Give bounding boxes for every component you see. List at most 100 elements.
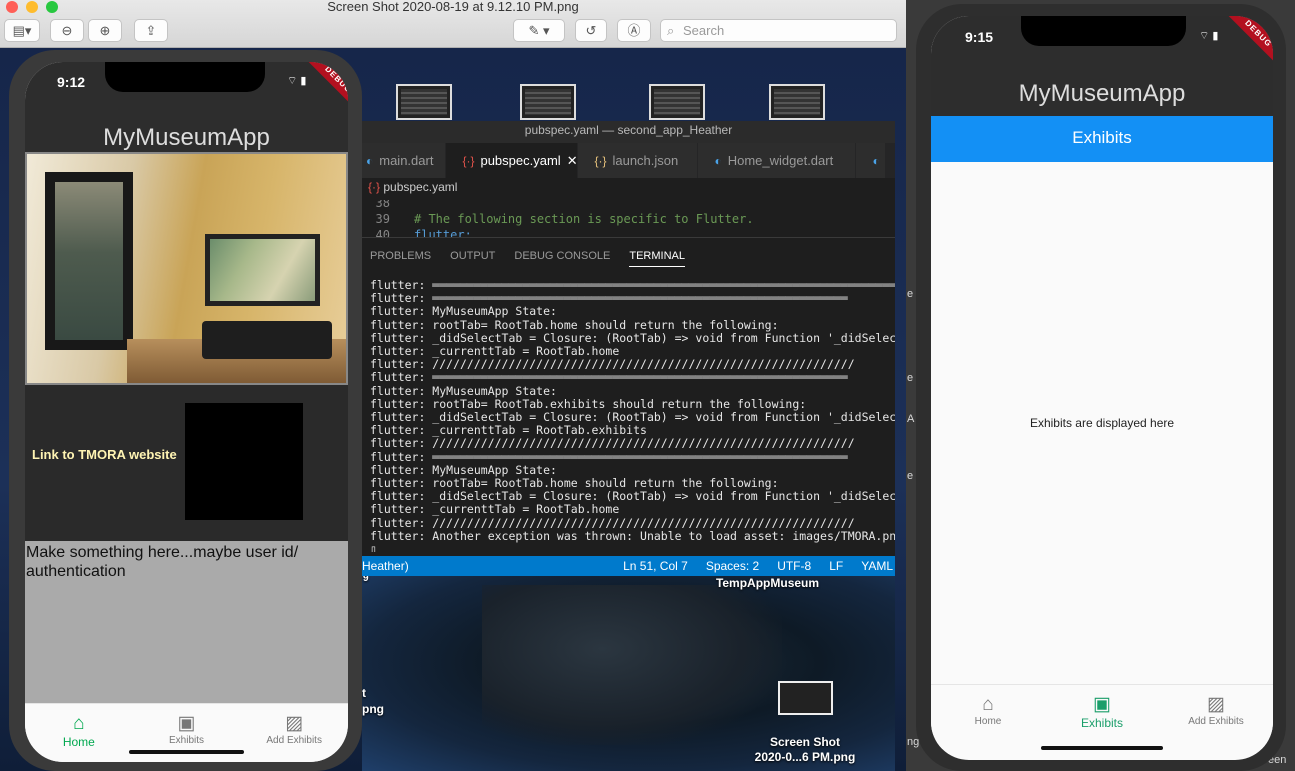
exhibits-body-text: Exhibits are displayed here bbox=[1029, 416, 1175, 430]
terminal-line: flutter: _currenttTab = RootTab.home bbox=[370, 502, 620, 517]
status-bar: Heather) Ln 51, Col 7 Spaces: 2 UTF-8 LF… bbox=[362, 556, 895, 576]
desktop-fragment: t bbox=[362, 686, 366, 700]
tab-label: pubspec.yaml bbox=[480, 153, 561, 168]
left-phone-screen: 9:12 ⌔ ▮ DEBUG MyMuseumApp Link to TMORA… bbox=[25, 62, 348, 762]
close-tab-icon[interactable]: ✕ bbox=[567, 153, 578, 169]
status-line-ending[interactable]: LF bbox=[829, 556, 843, 576]
status-language[interactable]: YAML bbox=[861, 556, 893, 576]
json-file-icon: {·} bbox=[594, 153, 607, 168]
nav-label: Home bbox=[974, 716, 1002, 727]
desktop-thumbnail[interactable] bbox=[520, 84, 576, 120]
desktop-thumbnail[interactable] bbox=[649, 84, 705, 120]
zoom-in-icon: ⊕ bbox=[99, 23, 111, 38]
tab-launch-json[interactable]: {·} launch.json bbox=[578, 143, 699, 178]
tab-label: main.dart bbox=[379, 153, 434, 168]
status-time: 9:15 bbox=[965, 29, 994, 45]
museum-image bbox=[25, 152, 348, 385]
home-icon: ⌂ bbox=[982, 694, 994, 715]
screenshot-file-thumbnail[interactable] bbox=[778, 681, 833, 715]
edge-fragment: e bbox=[907, 288, 914, 300]
photo-library-icon: ▣ bbox=[1093, 694, 1111, 715]
app-title: MyMuseumApp bbox=[1018, 80, 1186, 107]
tab-home-widget-dart[interactable]: ◐ Home_widget.dart bbox=[698, 143, 857, 178]
nav-home[interactable]: ⌂ Home bbox=[25, 704, 133, 762]
code-editor[interactable]: 38 39 # The following section is specific… bbox=[362, 200, 895, 238]
left-phone-frame: 9:12 ⌔ ▮ DEBUG MyMuseumApp Link to TMORA… bbox=[9, 50, 362, 771]
terminal-line: ▯ bbox=[370, 542, 377, 552]
nav-add-exhibits[interactable]: ▨ Add Exhibits bbox=[240, 704, 348, 762]
annotate-icon: Ⓐ bbox=[627, 23, 641, 38]
folder-label[interactable]: TempAppMuseum bbox=[700, 576, 835, 590]
tab-label: Home_widget.dart bbox=[727, 153, 834, 168]
share-button[interactable]: ⇪ bbox=[134, 19, 168, 42]
terminal-line: flutter: Another exception was thrown: U… bbox=[370, 528, 895, 543]
tmora-link[interactable]: Link to TMORA website bbox=[32, 447, 177, 462]
desktop-thumbnail[interactable] bbox=[396, 84, 452, 120]
dart-file-icon: ◐ bbox=[366, 153, 374, 168]
placeholder-text: Make something here...maybe user id/ aut… bbox=[26, 544, 299, 580]
notch bbox=[1021, 16, 1186, 46]
tab-main-dart[interactable]: ◐ main.dart bbox=[362, 143, 447, 178]
nav-label: Add Exhibits bbox=[266, 735, 322, 746]
app-title: MyMuseumApp bbox=[103, 124, 270, 151]
terminal-line: flutter: MyMuseumApp State: bbox=[370, 383, 557, 398]
status-encoding[interactable]: UTF-8 bbox=[777, 556, 811, 576]
link-section: Link to TMORA website bbox=[25, 385, 348, 541]
panel-tab-debug-console[interactable]: DEBUG CONSOLE bbox=[514, 250, 610, 262]
status-branch[interactable]: Heather) bbox=[362, 556, 409, 576]
zoom-out-button[interactable]: ⊖ bbox=[50, 19, 84, 42]
nav-add-exhibits[interactable]: ▨ Add Exhibits bbox=[1159, 685, 1273, 749]
panel-tab-problems[interactable]: PROBLEMS bbox=[370, 250, 431, 262]
file-label-line1[interactable]: Screen Shot bbox=[740, 735, 870, 749]
panel-tab-terminal[interactable]: TERMINAL bbox=[629, 250, 685, 267]
rotate-button[interactable]: ↺ bbox=[575, 19, 607, 42]
file-label-line2[interactable]: 2020-0...6 PM.png bbox=[740, 750, 870, 764]
terminal-line: flutter: rootTab= RootTab.home should re… bbox=[370, 317, 779, 332]
nav-label: Exhibits bbox=[1080, 716, 1124, 730]
panel-tab-output[interactable]: OUTPUT bbox=[450, 250, 495, 262]
annotate-button[interactable]: Ⓐ bbox=[617, 19, 651, 42]
line-number: 38 bbox=[375, 200, 390, 210]
terminal-line: flutter: ///////////////////////////////… bbox=[370, 436, 855, 451]
nav-label: Add Exhibits bbox=[1188, 716, 1244, 727]
sidebar-icon: ▤▾ bbox=[12, 23, 32, 38]
wifi-battery-icon: ⌔ ▮ bbox=[287, 75, 307, 87]
edge-fragment: e bbox=[907, 372, 914, 384]
wifi-battery-icon: ⌔ ▮ bbox=[1199, 30, 1219, 42]
breadcrumb[interactable]: {·} pubspec.yaml bbox=[362, 178, 895, 200]
sidebar-toggle-button[interactable]: ▤▾ bbox=[4, 19, 40, 42]
notch bbox=[105, 62, 265, 92]
dart-file-icon: ◐ bbox=[714, 153, 722, 168]
line-number: 39 bbox=[375, 212, 390, 226]
code-line: # The following section is specific to F… bbox=[414, 212, 754, 226]
search-placeholder: Search bbox=[683, 23, 725, 38]
zoom-in-button[interactable]: ⊕ bbox=[88, 19, 122, 42]
desktop-fragment: png bbox=[362, 702, 384, 716]
nav-exhibits[interactable]: ▣ Exhibits bbox=[1045, 685, 1159, 749]
window-title: Screen Shot 2020-08-19 at 9.12.10 PM.png bbox=[327, 0, 579, 14]
broken-image bbox=[185, 403, 303, 520]
yaml-file-icon: {·} bbox=[462, 153, 475, 168]
status-indentation[interactable]: Spaces: 2 bbox=[706, 556, 759, 576]
status-cursor-position[interactable]: Ln 51, Col 7 bbox=[623, 556, 688, 576]
yaml-file-icon: {·} bbox=[368, 180, 381, 194]
search-field[interactable]: ⌕ Search bbox=[660, 19, 897, 42]
home-indicator[interactable] bbox=[1041, 746, 1163, 750]
exhibits-header: Exhibits bbox=[931, 116, 1273, 162]
home-indicator[interactable] bbox=[129, 750, 244, 754]
nav-label: Exhibits bbox=[169, 735, 205, 746]
markup-icon: ✎ ▾ bbox=[528, 23, 550, 38]
vscode-window: pubspec.yaml — second_app_Heather ◐ main.… bbox=[362, 121, 895, 576]
edge-fragment: A bbox=[907, 413, 915, 425]
line-number: 40 bbox=[375, 228, 390, 238]
markup-button[interactable]: ✎ ▾ bbox=[513, 19, 565, 42]
tab-overflow[interactable]: ◐ bbox=[856, 143, 887, 178]
terminal-output[interactable]: flutter: ═══════════════════════════════… bbox=[362, 274, 895, 552]
status-time: 9:12 bbox=[57, 74, 86, 90]
nav-label: Home bbox=[62, 735, 95, 749]
tab-pubspec-yaml[interactable]: {·} pubspec.yaml ✕ bbox=[446, 143, 579, 178]
add-photo-icon: ▨ bbox=[1207, 694, 1225, 715]
nav-home[interactable]: ⌂ Home bbox=[931, 685, 1045, 749]
bottom-nav: ⌂ Home ▣ Exhibits ▨ Add Exhibits bbox=[931, 684, 1273, 749]
desktop-thumbnail[interactable] bbox=[769, 84, 825, 120]
